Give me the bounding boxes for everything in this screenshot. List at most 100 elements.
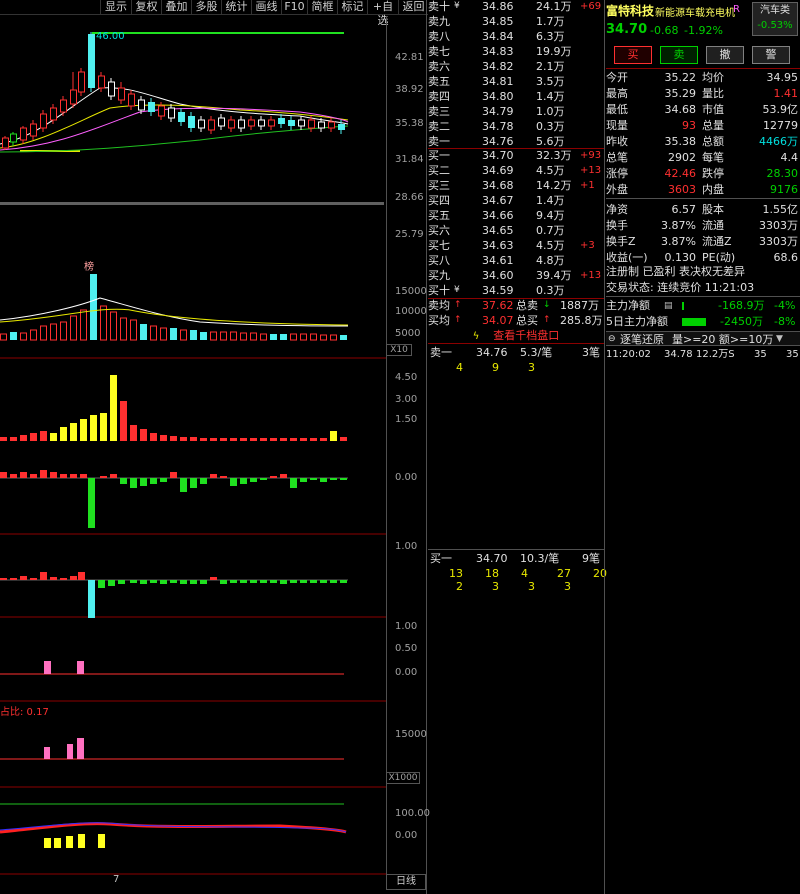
bid-level[interactable]: 买六 34.65 0.7万 — [428, 223, 604, 238]
quote-divider — [606, 296, 800, 297]
axis-label: 28.66 — [395, 192, 424, 203]
toolbar-button[interactable]: +自选 — [367, 0, 398, 27]
panel-divider — [0, 202, 384, 205]
indicator-bar — [50, 472, 57, 478]
candle-body — [78, 71, 85, 93]
toolbar-button[interactable]: 标记 — [337, 0, 367, 15]
volume-bar — [60, 321, 67, 341]
level-volume: 5.6万 — [536, 135, 565, 148]
sell-button[interactable]: 卖 — [660, 46, 698, 64]
level-volume: 39.4万 — [536, 269, 572, 282]
indicator-bar — [150, 580, 157, 583]
candle-body — [318, 121, 325, 129]
indicator-bar — [180, 580, 187, 584]
ask-level[interactable]: 卖二 34.78 0.3万 — [428, 119, 604, 134]
toolbar-button[interactable]: 复权 — [131, 0, 161, 15]
quote-label: 涨停 — [606, 167, 628, 180]
summary-label: 卖均 — [428, 299, 450, 312]
quote-value: 34.95 — [766, 71, 799, 84]
indicator-bar — [44, 838, 51, 848]
view-all-depth-label: 查看千档盘口 — [493, 329, 560, 342]
tick-header[interactable]: ⊖ 逐笔还原 量>=20 额>=10万 ▼ — [606, 331, 800, 346]
quote-label: 每笔 — [702, 151, 724, 164]
ask-level[interactable]: 卖九 34.85 1.7万 — [428, 14, 604, 29]
panel-divider — [426, 0, 427, 894]
period-button[interactable]: 日线 — [386, 874, 426, 890]
candle-body — [60, 99, 67, 113]
cancel-order-button[interactable]: 撤 — [706, 46, 744, 64]
toolbar-button[interactable]: F10 — [281, 0, 307, 15]
volume-bar — [160, 327, 167, 341]
ask-level[interactable]: 卖十 ¥34.86 24.1万 +69 — [428, 0, 604, 14]
axis-label: 5000 — [395, 328, 421, 339]
dropdown-icon[interactable]: ▼ — [776, 332, 783, 347]
quote-value: 35.38 — [664, 135, 697, 148]
tick-filter: 量>=20 额>=10万 — [672, 333, 774, 346]
queue-order: 4 — [456, 361, 463, 374]
quote-label: 换手 — [606, 219, 628, 232]
quote-value: 34.68 — [664, 103, 697, 116]
bid-level[interactable]: 买一 34.70 32.3万 +93 — [428, 148, 604, 163]
indicator-bar — [340, 580, 347, 583]
quote-label: 跌停 — [702, 167, 724, 180]
level-volume: 24.1万 — [536, 0, 572, 13]
sector-box[interactable]: 汽车类 -0.53% — [752, 2, 798, 36]
toolbar-button[interactable]: 返回 — [398, 0, 428, 15]
bid-level[interactable]: 买九 34.60 39.4万 +13 — [428, 268, 604, 283]
toolbar-button[interactable]: 简框 — [307, 0, 337, 15]
ask-level[interactable]: 卖八 34.84 6.3万 — [428, 29, 604, 44]
ask-level[interactable]: 卖三 34.79 1.0万 — [428, 104, 604, 119]
quote-value: 3303万 — [759, 219, 798, 232]
level-price: 34.65 — [482, 224, 514, 237]
toolbar-button[interactable]: 画线 — [251, 0, 281, 15]
indicator-bar — [160, 478, 167, 482]
arrow-up-icon: ↑ — [454, 300, 462, 310]
ask-level[interactable]: 卖四 34.80 1.4万 — [428, 89, 604, 104]
candle-body — [148, 102, 155, 112]
candle-body — [218, 117, 225, 127]
toggle-icon: ⊖ — [608, 334, 616, 344]
volume-bar — [230, 331, 237, 341]
ask-level[interactable]: 卖七 34.83 19.9万 — [428, 44, 604, 59]
level-change: +13 — [580, 270, 602, 281]
indicator-bar — [330, 580, 337, 583]
toolbar-button[interactable]: 多股 — [191, 0, 221, 15]
volume-unit-label: X10 — [386, 344, 412, 356]
ask-level[interactable]: 卖六 34.82 2.1万 — [428, 59, 604, 74]
level-label: 买五 — [428, 209, 450, 222]
level-volume: 0.3万 — [536, 120, 565, 133]
ask-level[interactable]: 卖一 34.76 5.6万 — [428, 134, 604, 149]
view-all-depth-button[interactable]: ϟ 查看千档盘口 — [428, 328, 604, 344]
toolbar-button[interactable]: 叠加 — [161, 0, 191, 15]
queue-order: 9 — [492, 361, 499, 374]
toolbar-button[interactable]: 显示 — [100, 0, 131, 15]
chart-area[interactable] — [0, 16, 386, 886]
volume-bar — [70, 315, 77, 341]
indicator-bar — [66, 836, 73, 848]
level-price: 34.80 — [482, 90, 514, 103]
axis-label: 1.00 — [395, 541, 418, 552]
toolbar-button[interactable]: 统计 — [221, 0, 251, 15]
indicator-bar — [40, 431, 47, 441]
alert-button[interactable]: 警 — [752, 46, 790, 64]
bid-level[interactable]: 买二 34.69 4.5万 +13 — [428, 163, 604, 178]
main-net-flow-row: 主力净额 ▤ -168.9万 -4% — [606, 298, 800, 314]
volume-bar — [170, 328, 177, 340]
volume-bar — [280, 334, 287, 340]
candle-body — [70, 89, 77, 105]
bid-level[interactable]: 买五 34.66 9.4万 — [428, 208, 604, 223]
bid-level[interactable]: 买八 34.61 4.8万 — [428, 253, 604, 268]
bid-level[interactable]: 买七 34.63 4.5万 +3 — [428, 238, 604, 253]
ask-level[interactable]: 卖五 34.81 3.5万 — [428, 74, 604, 89]
axis-label: 0.50 — [395, 643, 418, 654]
quote-value: 35.22 — [664, 71, 697, 84]
axis-label: 1.00 — [395, 621, 418, 632]
axis-divider — [386, 16, 387, 888]
bid-level[interactable]: 买三 34.68 14.2万 +1 — [428, 178, 604, 193]
indicator-bar — [40, 572, 47, 580]
buy-button[interactable]: 买 — [614, 46, 652, 64]
bid-level[interactable]: 买四 34.67 1.4万 — [428, 193, 604, 208]
bid-level[interactable]: 买十 ¥34.59 0.3万 — [428, 283, 604, 298]
axis-label: 38.92 — [395, 84, 424, 95]
indicator-bar — [330, 478, 337, 480]
